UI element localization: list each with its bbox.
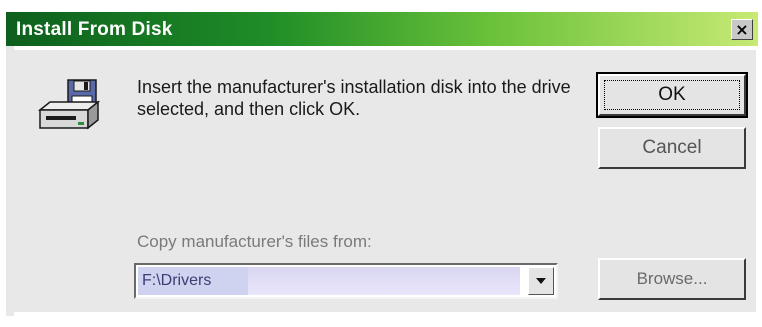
combo-selection-highlight <box>248 267 520 295</box>
dropdown-button[interactable] <box>528 267 554 295</box>
focus-rectangle <box>604 80 740 110</box>
close-icon: × <box>735 19 749 39</box>
browse-button-label: Browse... <box>636 269 708 288</box>
dialog-title: Install From Disk <box>16 19 173 40</box>
copy-from-value[interactable]: F:\Drivers <box>138 267 248 295</box>
instruction-message: Insert the manufacturer's installation d… <box>137 77 571 119</box>
copy-from-combobox[interactable]: F:\Drivers <box>134 263 558 299</box>
install-from-disk-dialog: Install From Disk × Insert the manufactu… <box>0 0 762 327</box>
title-bar[interactable]: Install From Disk × <box>6 12 758 46</box>
floppy-disk-drive-icon <box>38 79 100 130</box>
chevron-down-icon <box>536 278 546 284</box>
close-button[interactable]: × <box>731 19 753 40</box>
ok-button[interactable]: OK <box>596 72 748 118</box>
client-edge <box>6 46 14 316</box>
cancel-button-label: Cancel <box>642 137 702 158</box>
copy-from-label: Copy manufacturer's files from: <box>137 232 372 251</box>
browse-button[interactable]: Browse... <box>598 258 746 300</box>
cancel-button[interactable]: Cancel <box>598 127 746 169</box>
